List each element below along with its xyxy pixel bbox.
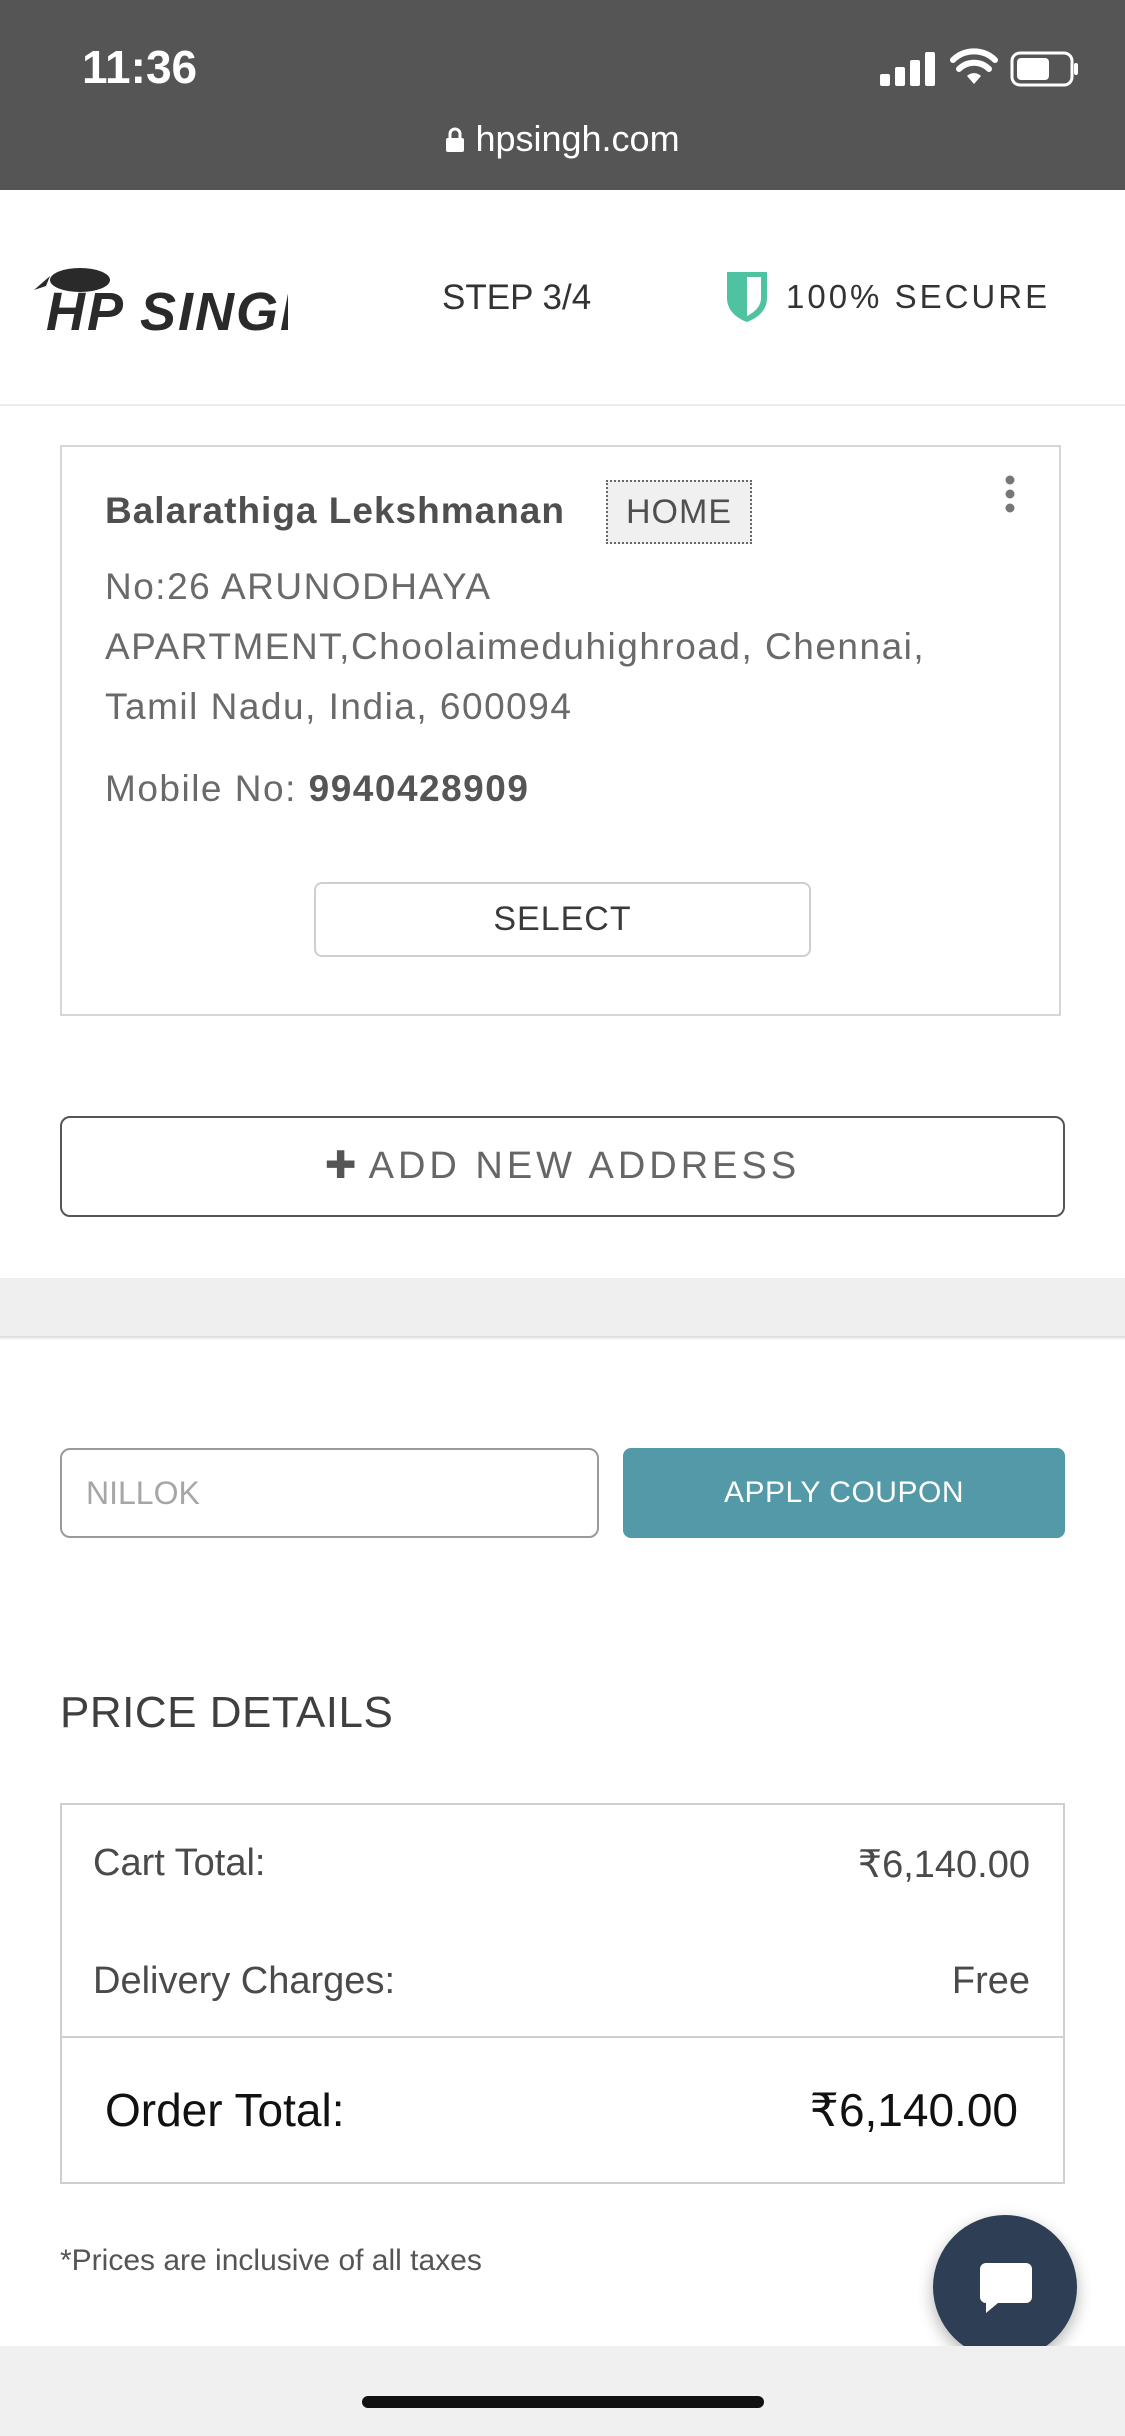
coupon-input[interactable] [60,1448,599,1538]
mobile-number: Mobile No: 9940428909 [105,768,529,810]
signal-icon [880,52,935,86]
section-divider [0,1278,1125,1338]
url-text: hpsingh.com [475,118,680,159]
address-line-3: Tamil Nadu, India, 600094 [105,686,573,727]
bottom-safe-area [0,2346,1125,2436]
address-name: Balarathiga Lekshmanan [105,490,565,531]
mobile-value: 9940428909 [308,768,530,809]
lock-icon [446,127,465,152]
order-total-label: Order Total: [105,2084,345,2136]
address-line-2: APARTMENT,Choolaimeduhighroad, Chennai, [105,626,926,667]
status-bar [0,0,1125,190]
price-separator [60,2036,1065,2038]
chat-icon [980,2263,1032,2313]
address-line-1: No:26 ARUNODHAYA [105,566,492,607]
plus-icon: ✚ [324,1145,361,1187]
mobile-label: Mobile No: [105,768,309,809]
cart-total-value: ₹6,140.00 [857,1844,1030,1886]
tax-note: *Prices are inclusive of all taxes [60,2244,482,2277]
shield-icon [727,272,767,322]
divider-shadow [0,1336,1125,1340]
cart-total-label: Cart Total: [93,1842,266,1884]
delivery-charges-label: Delivery Charges: [93,1960,395,2002]
select-address-button[interactable]: SELECT [314,882,811,957]
svg-text:HP SINGH: HP SINGH [46,282,288,340]
price-details-title: PRICE DETAILS [60,1688,394,1737]
add-new-address-button[interactable]: ✚ ADD NEW ADDRESS [60,1116,1065,1217]
order-total-value: ₹6,140.00 [809,2084,1018,2136]
battery-icon [1010,51,1078,87]
wifi-icon [950,48,998,84]
status-time: 11:36 [82,41,198,93]
home-indicator[interactable] [362,2396,764,2408]
address-type-badge: HOME [606,480,752,544]
secure-label: 100% SECURE [786,278,1051,315]
delivery-charges-value: Free [951,1960,1030,2002]
url-bar[interactable]: hpsingh.com [0,118,1125,160]
hpsingh-logo[interactable]: HP SINGH [28,262,288,340]
apply-coupon-button[interactable]: APPLY COUPON [623,1448,1065,1538]
kebab-menu-icon[interactable] [998,474,1022,514]
add-new-address-label: ADD NEW ADDRESS [368,1145,801,1187]
checkout-step: STEP 3/4 [442,278,592,317]
